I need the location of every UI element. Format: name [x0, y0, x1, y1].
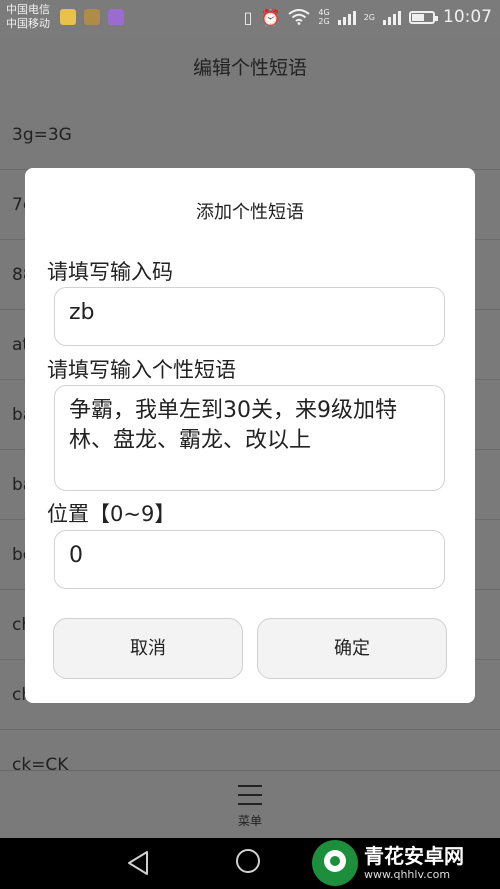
menu-button[interactable]: 菜单: [220, 779, 280, 835]
confirm-button[interactable]: 确定: [257, 618, 447, 679]
menu-icon: [238, 785, 262, 805]
network-type-1: 4G: [318, 8, 330, 17]
battery-icon: [409, 10, 438, 24]
dialog-title: 添加个性短语: [196, 202, 304, 223]
cancel-button[interactable]: 取消: [53, 618, 243, 679]
status-bar: 中国电信 中国移动 ▯ ⏰ 4G 2G 2G 10:07: [0, 0, 500, 36]
gallery-notification-icon: [108, 9, 124, 25]
page-title: 编辑个性短语: [0, 36, 500, 101]
list-item[interactable]: 3g=3G: [0, 100, 500, 170]
watermark-url: www.qhhlv.com: [364, 868, 451, 881]
carrier-1: 中国电信: [6, 3, 50, 16]
watermark-title: 青花安卓网: [364, 844, 464, 868]
app-notification-icon: [84, 9, 100, 25]
signal-icon-secondary: [383, 9, 401, 25]
network-type-secondary: 2G: [364, 13, 375, 22]
watermark-logo-icon: [312, 840, 358, 886]
watermark: 青花安卓网 www.qhhlv.com: [312, 840, 464, 886]
network-type-3: 2G: [363, 12, 375, 22]
alarm-icon: ⏰: [260, 7, 281, 27]
code-input[interactable]: zb: [54, 287, 445, 346]
network-type: 4G 2G: [318, 8, 329, 26]
home-icon[interactable]: [236, 849, 260, 873]
bottom-menu-bar: 菜单: [0, 770, 500, 839]
position-input[interactable]: 0: [54, 530, 445, 589]
clock: 10:07: [443, 7, 492, 27]
app-notification-icon: [60, 9, 76, 25]
signal-icon: [337, 9, 356, 25]
code-label: 请填写输入码: [47, 260, 173, 284]
notification-icons: [60, 9, 124, 25]
wifi-icon: [288, 9, 311, 25]
position-label: 位置【0~9】: [47, 502, 176, 526]
network-type-2: 2G: [318, 17, 330, 26]
status-indicators: ▯ ⏰ 4G 2G 2G 10:07: [244, 7, 492, 27]
back-icon[interactable]: [126, 850, 150, 876]
menu-label: 菜单: [237, 814, 262, 828]
vibrate-icon: ▯: [243, 7, 253, 27]
carrier-2: 中国移动: [6, 17, 50, 30]
add-phrase-dialog: 添加个性短语 请填写输入码 zb 请填写输入个性短语 争霸，我单左到30关，来9…: [25, 168, 475, 703]
phrase-label: 请填写输入个性短语: [47, 358, 236, 382]
list-item[interactable]: ck=CK: [0, 730, 500, 770]
phrase-textarea[interactable]: 争霸，我单左到30关，来9级加特林、盘龙、霸龙、改以上: [54, 385, 445, 491]
carrier-info: 中国电信 中国移动: [6, 3, 50, 31]
watermark-text: 青花安卓网 www.qhhlv.com: [364, 844, 464, 882]
